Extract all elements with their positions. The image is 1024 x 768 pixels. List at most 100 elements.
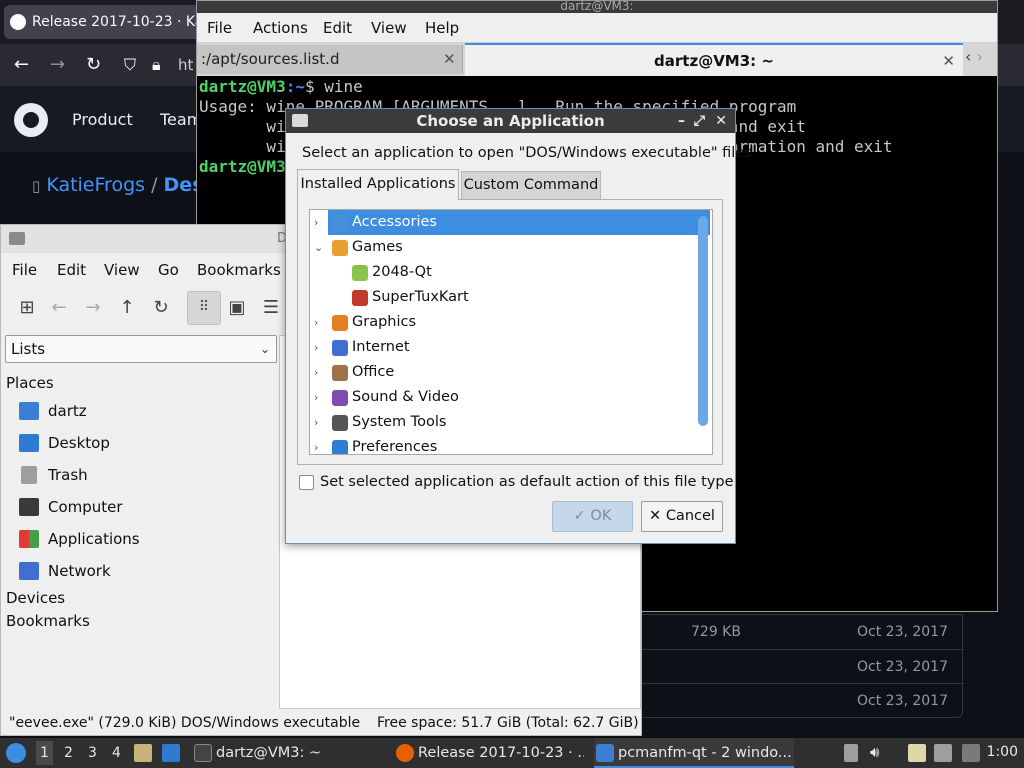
asset-date: Oct 23, 2017 — [857, 693, 948, 709]
tree-item[interactable]: › Accessories — [314, 210, 710, 235]
devices-header[interactable]: Devices — [6, 589, 65, 607]
tree-item[interactable]: SuperTuxKart — [348, 285, 710, 310]
clock[interactable]: 1:00 — [987, 744, 1018, 760]
maximize-icon[interactable]: ⤢ — [694, 109, 705, 133]
network-icon[interactable] — [962, 744, 980, 762]
up-arrow-icon[interactable]: ↑ — [115, 296, 139, 320]
expand-arrow-icon[interactable]: › — [314, 435, 326, 454]
workspace-2[interactable]: 2 — [64, 745, 73, 761]
icon-view-icon[interactable]: ⠿ — [187, 291, 221, 325]
application-tree[interactable]: › Accessories ⌄ Games 2048-Qt SuperTuxKart › Gr… — [309, 209, 713, 455]
menu-actions[interactable]: Actions — [253, 19, 308, 37]
menu-edit[interactable]: Edit — [323, 19, 352, 37]
clipboard-icon[interactable] — [908, 744, 926, 762]
applications-icon — [19, 530, 39, 548]
tree-item[interactable]: › Sound & Video — [314, 385, 710, 410]
back-arrow-icon[interactable]: ← — [47, 296, 71, 320]
default-action-checkbox[interactable] — [299, 475, 314, 490]
shield-icon[interactable]: ⛉ — [124, 54, 136, 76]
tree-item[interactable]: › Office — [314, 360, 710, 385]
menu-go[interactable]: Go — [158, 261, 179, 279]
close-icon[interactable]: ✕ — [443, 45, 456, 73]
asset-row[interactable]: 729 KB Oct 23, 2017 — [621, 615, 964, 649]
menu-view[interactable]: View — [371, 19, 407, 37]
show-desktop-icon[interactable] — [162, 744, 180, 762]
workspace-4[interactable]: 4 — [112, 745, 121, 761]
github-logo-icon[interactable] — [14, 103, 48, 137]
place-dartz[interactable]: dartz — [19, 399, 269, 423]
task-browser[interactable]: Release 2017-10-23 · ... — [394, 738, 584, 768]
back-arrow-icon[interactable]: ← — [14, 54, 29, 76]
tree-item[interactable]: › Internet — [314, 335, 710, 360]
close-icon[interactable]: ✕ — [942, 45, 955, 77]
battery-icon[interactable] — [844, 744, 858, 762]
start-menu-icon[interactable] — [6, 743, 26, 763]
place-desktop[interactable]: Desktop — [19, 431, 269, 455]
desktop-icon — [19, 434, 39, 452]
minimize-icon[interactable]: – — [678, 109, 685, 133]
ok-button[interactable]: ✓ OK — [552, 501, 633, 532]
nav-product[interactable]: Product — [72, 110, 133, 129]
places-header[interactable]: Places — [6, 374, 54, 392]
chevron-left-icon[interactable]: ‹ — [965, 47, 971, 66]
terminal-tab-sources[interactable]: :/apt/sources.list.d ✕ — [197, 45, 463, 74]
github-favicon-icon — [10, 14, 26, 30]
menu-file[interactable]: File — [207, 19, 232, 37]
side-pane-mode-select[interactable]: Lists ⌄ — [5, 335, 277, 363]
expand-arrow-icon[interactable]: › — [314, 335, 326, 360]
volume-icon[interactable]: 🔊︎ — [870, 743, 888, 761]
tree-item-label: Office — [352, 364, 395, 380]
task-terminal[interactable]: dartz@VM3: ~ — [192, 738, 380, 768]
tree-item[interactable]: › Graphics — [314, 310, 710, 335]
tab-installed-applications[interactable]: Installed Applications — [297, 169, 459, 200]
cancel-button[interactable]: ✕ Cancel — [641, 501, 723, 532]
tree-item[interactable]: 2048-Qt — [348, 260, 710, 285]
forward-arrow-icon[interactable]: → — [50, 54, 65, 76]
reload-icon[interactable]: ↻ — [86, 54, 101, 76]
place-trash[interactable]: Trash — [19, 463, 269, 487]
workspace-1[interactable]: 1 — [36, 741, 53, 765]
browser-tab[interactable]: Release 2017-10-23 · Ka — [4, 5, 204, 39]
tree-item[interactable]: › Preferences — [314, 435, 710, 454]
keyboard-icon[interactable] — [934, 744, 952, 762]
place-applications[interactable]: Applications — [19, 527, 269, 551]
bookmarks-header[interactable]: Bookmarks — [6, 612, 90, 630]
lock-icon[interactable]: 🔒︎ — [152, 54, 161, 76]
tab-custom-command[interactable]: Custom Command — [461, 171, 601, 199]
expand-arrow-icon[interactable]: ⌄ — [314, 235, 326, 260]
reload-icon[interactable]: ↻ — [149, 296, 173, 320]
repo-owner-link[interactable]: KatieFrogs — [46, 174, 145, 196]
workspace-3[interactable]: 3 — [88, 745, 97, 761]
choose-application-dialog: Choose an Application – ⤢ ✕ Select an ap… — [285, 108, 752, 544]
close-icon[interactable]: ✕ — [715, 109, 727, 133]
menu-view[interactable]: View — [104, 261, 140, 279]
asset-row[interactable]: Oct 23, 2017 — [621, 683, 964, 717]
file-manager-launcher-icon[interactable] — [134, 744, 152, 762]
folder-icon — [9, 232, 25, 245]
expand-arrow-icon[interactable]: › — [314, 210, 326, 235]
forward-arrow-icon[interactable]: → — [81, 296, 105, 320]
asset-row[interactable]: Oct 23, 2017 — [621, 649, 964, 683]
tree-item[interactable]: › System Tools — [314, 410, 710, 435]
expand-arrow-icon[interactable]: › — [314, 310, 326, 335]
thumbnail-view-icon[interactable]: ▣ — [225, 296, 249, 320]
expand-arrow-icon[interactable]: › — [314, 385, 326, 410]
terminal-tab-home[interactable]: dartz@VM3: ~ ✕ — [465, 43, 963, 76]
task-file-manager[interactable]: pcmanfm-qt - 2 windo... — [594, 738, 794, 768]
expand-arrow-icon[interactable]: › — [314, 410, 326, 435]
menu-bookmarks[interactable]: Bookmarks — [197, 261, 281, 279]
list-view-icon[interactable]: ☰ — [259, 296, 283, 320]
terminal-menubar: File Actions Edit View Help — [197, 13, 997, 43]
chevron-right-icon[interactable]: › — [977, 47, 983, 66]
menu-file[interactable]: File — [12, 261, 37, 279]
tab-scroll-buttons[interactable]: ‹ › — [965, 47, 997, 73]
menu-edit[interactable]: Edit — [57, 261, 86, 279]
place-network[interactable]: Network — [19, 559, 269, 583]
new-tab-icon[interactable]: ⊞ — [15, 296, 39, 320]
place-computer[interactable]: Computer — [19, 495, 269, 519]
expand-arrow-icon[interactable]: › — [314, 360, 326, 385]
menu-help[interactable]: Help — [425, 19, 459, 37]
default-action-label[interactable]: Set selected application as default acti… — [320, 474, 733, 490]
tree-scrollbar[interactable] — [698, 216, 708, 426]
tree-item[interactable]: ⌄ Games — [314, 235, 710, 260]
